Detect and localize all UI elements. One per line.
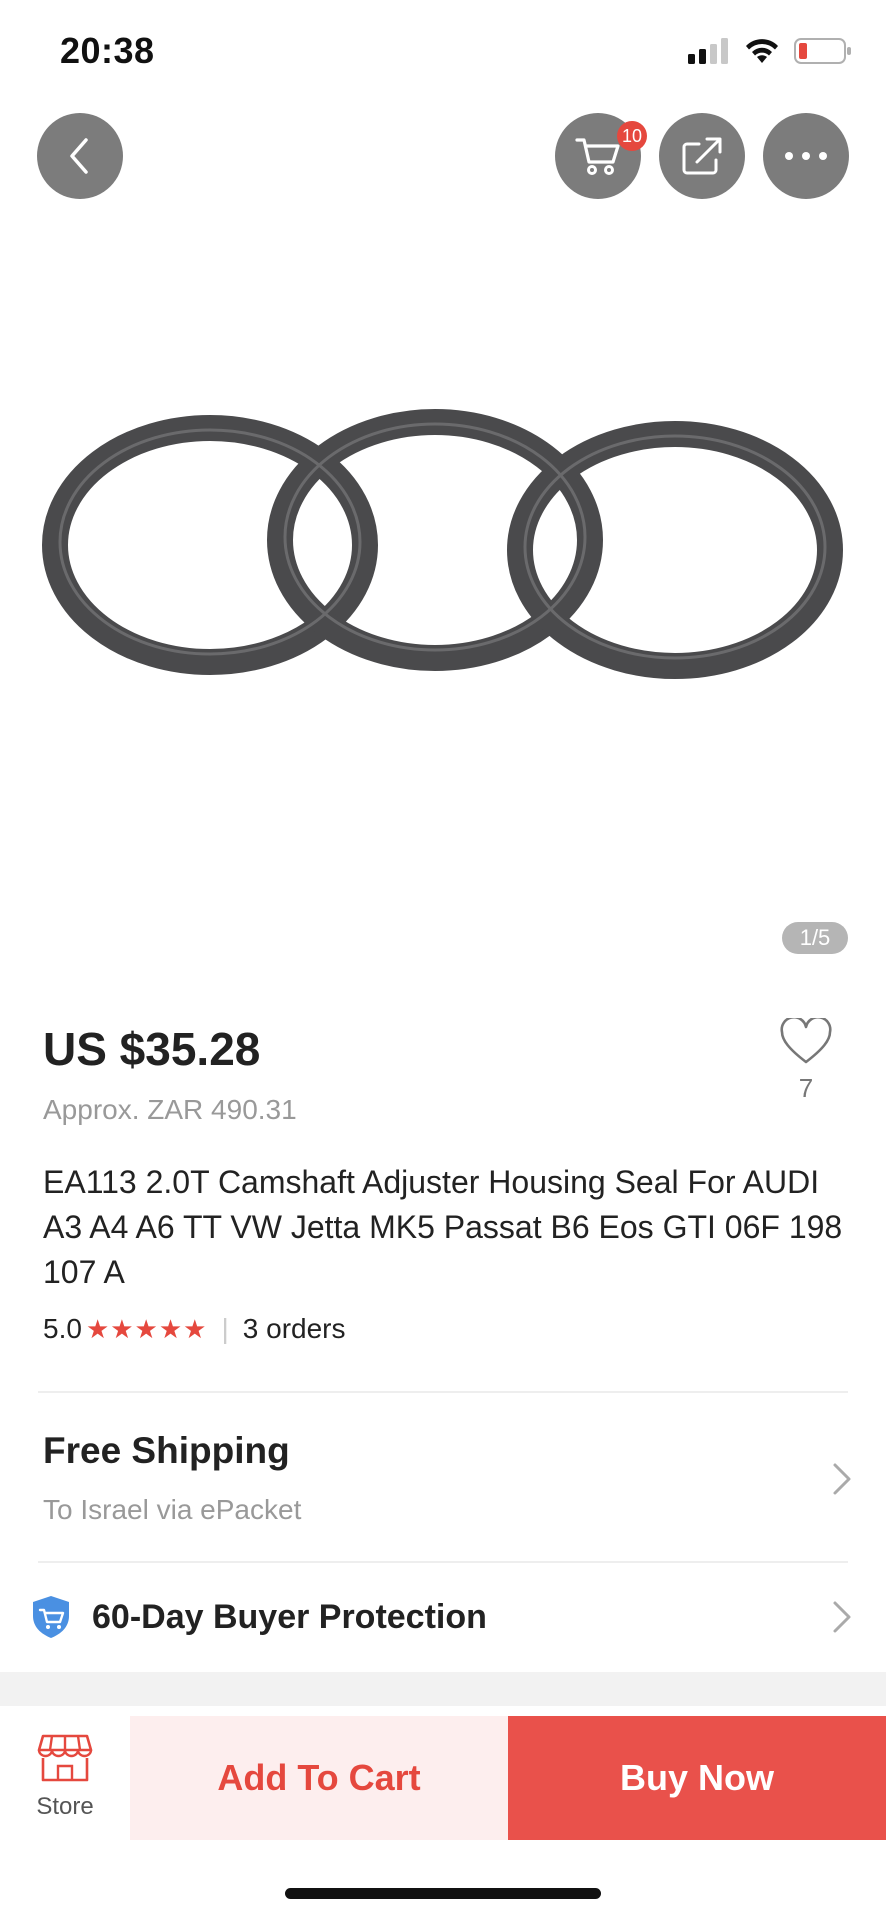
divider: [38, 1561, 848, 1563]
rating-separator: |: [221, 1313, 229, 1344]
wifi-icon: [746, 39, 778, 63]
store-button[interactable]: Store: [0, 1716, 130, 1840]
product-image[interactable]: [0, 180, 886, 980]
more-dots-icon: [785, 152, 827, 160]
chevron-right-icon: [833, 1601, 851, 1633]
shipping-subtitle: To Israel via ePacket: [43, 1494, 302, 1525]
product-title: EA113 2.0T Camshaft Adjuster Housing Sea…: [43, 1164, 843, 1290]
wishlist-count: 7: [798, 1073, 814, 1103]
back-arrow-icon: [70, 138, 88, 174]
buyer-protection-label: 60-Day Buyer Protection: [92, 1597, 487, 1636]
heart-icon: [780, 1015, 832, 1064]
image-counter: 1/5: [782, 922, 848, 954]
battery-icon: [794, 38, 851, 64]
rating-stars: ★★★★★: [85, 1313, 208, 1344]
orders-count: 3 orders: [242, 1313, 346, 1344]
home-indicator[interactable]: [285, 1888, 601, 1899]
rating-value: 5.0: [43, 1313, 82, 1344]
shipping-title: Free Shipping: [43, 1430, 290, 1471]
cart-badge: 10: [617, 121, 647, 151]
cart-icon: [575, 138, 620, 175]
shield-cart-icon: [33, 1596, 69, 1638]
share-icon: [682, 137, 722, 175]
signal-icon: [688, 38, 728, 64]
add-to-cart-button[interactable]: Add To Cart: [130, 1716, 508, 1840]
status-icons: [688, 38, 852, 64]
section-separator: [0, 1672, 886, 1706]
store-icon: [37, 1734, 93, 1782]
buyer-protection-row[interactable]: 60-Day Buyer Protection: [30, 1594, 487, 1640]
rating-row[interactable]: 5.0 ★★★★★ | 3 orders: [43, 1313, 345, 1345]
approx-price: Approx. ZAR 490.31: [43, 1094, 297, 1125]
wishlist-button[interactable]: 7: [776, 1015, 836, 1104]
status-time: 20:38: [60, 30, 155, 71]
chevron-right-icon: [833, 1463, 851, 1495]
product-price: US $35.28: [43, 1023, 261, 1075]
store-label: Store: [36, 1793, 94, 1820]
buy-now-button[interactable]: Buy Now: [508, 1716, 886, 1840]
shipping-row[interactable]: [0, 1395, 886, 1561]
divider: [38, 1391, 848, 1393]
